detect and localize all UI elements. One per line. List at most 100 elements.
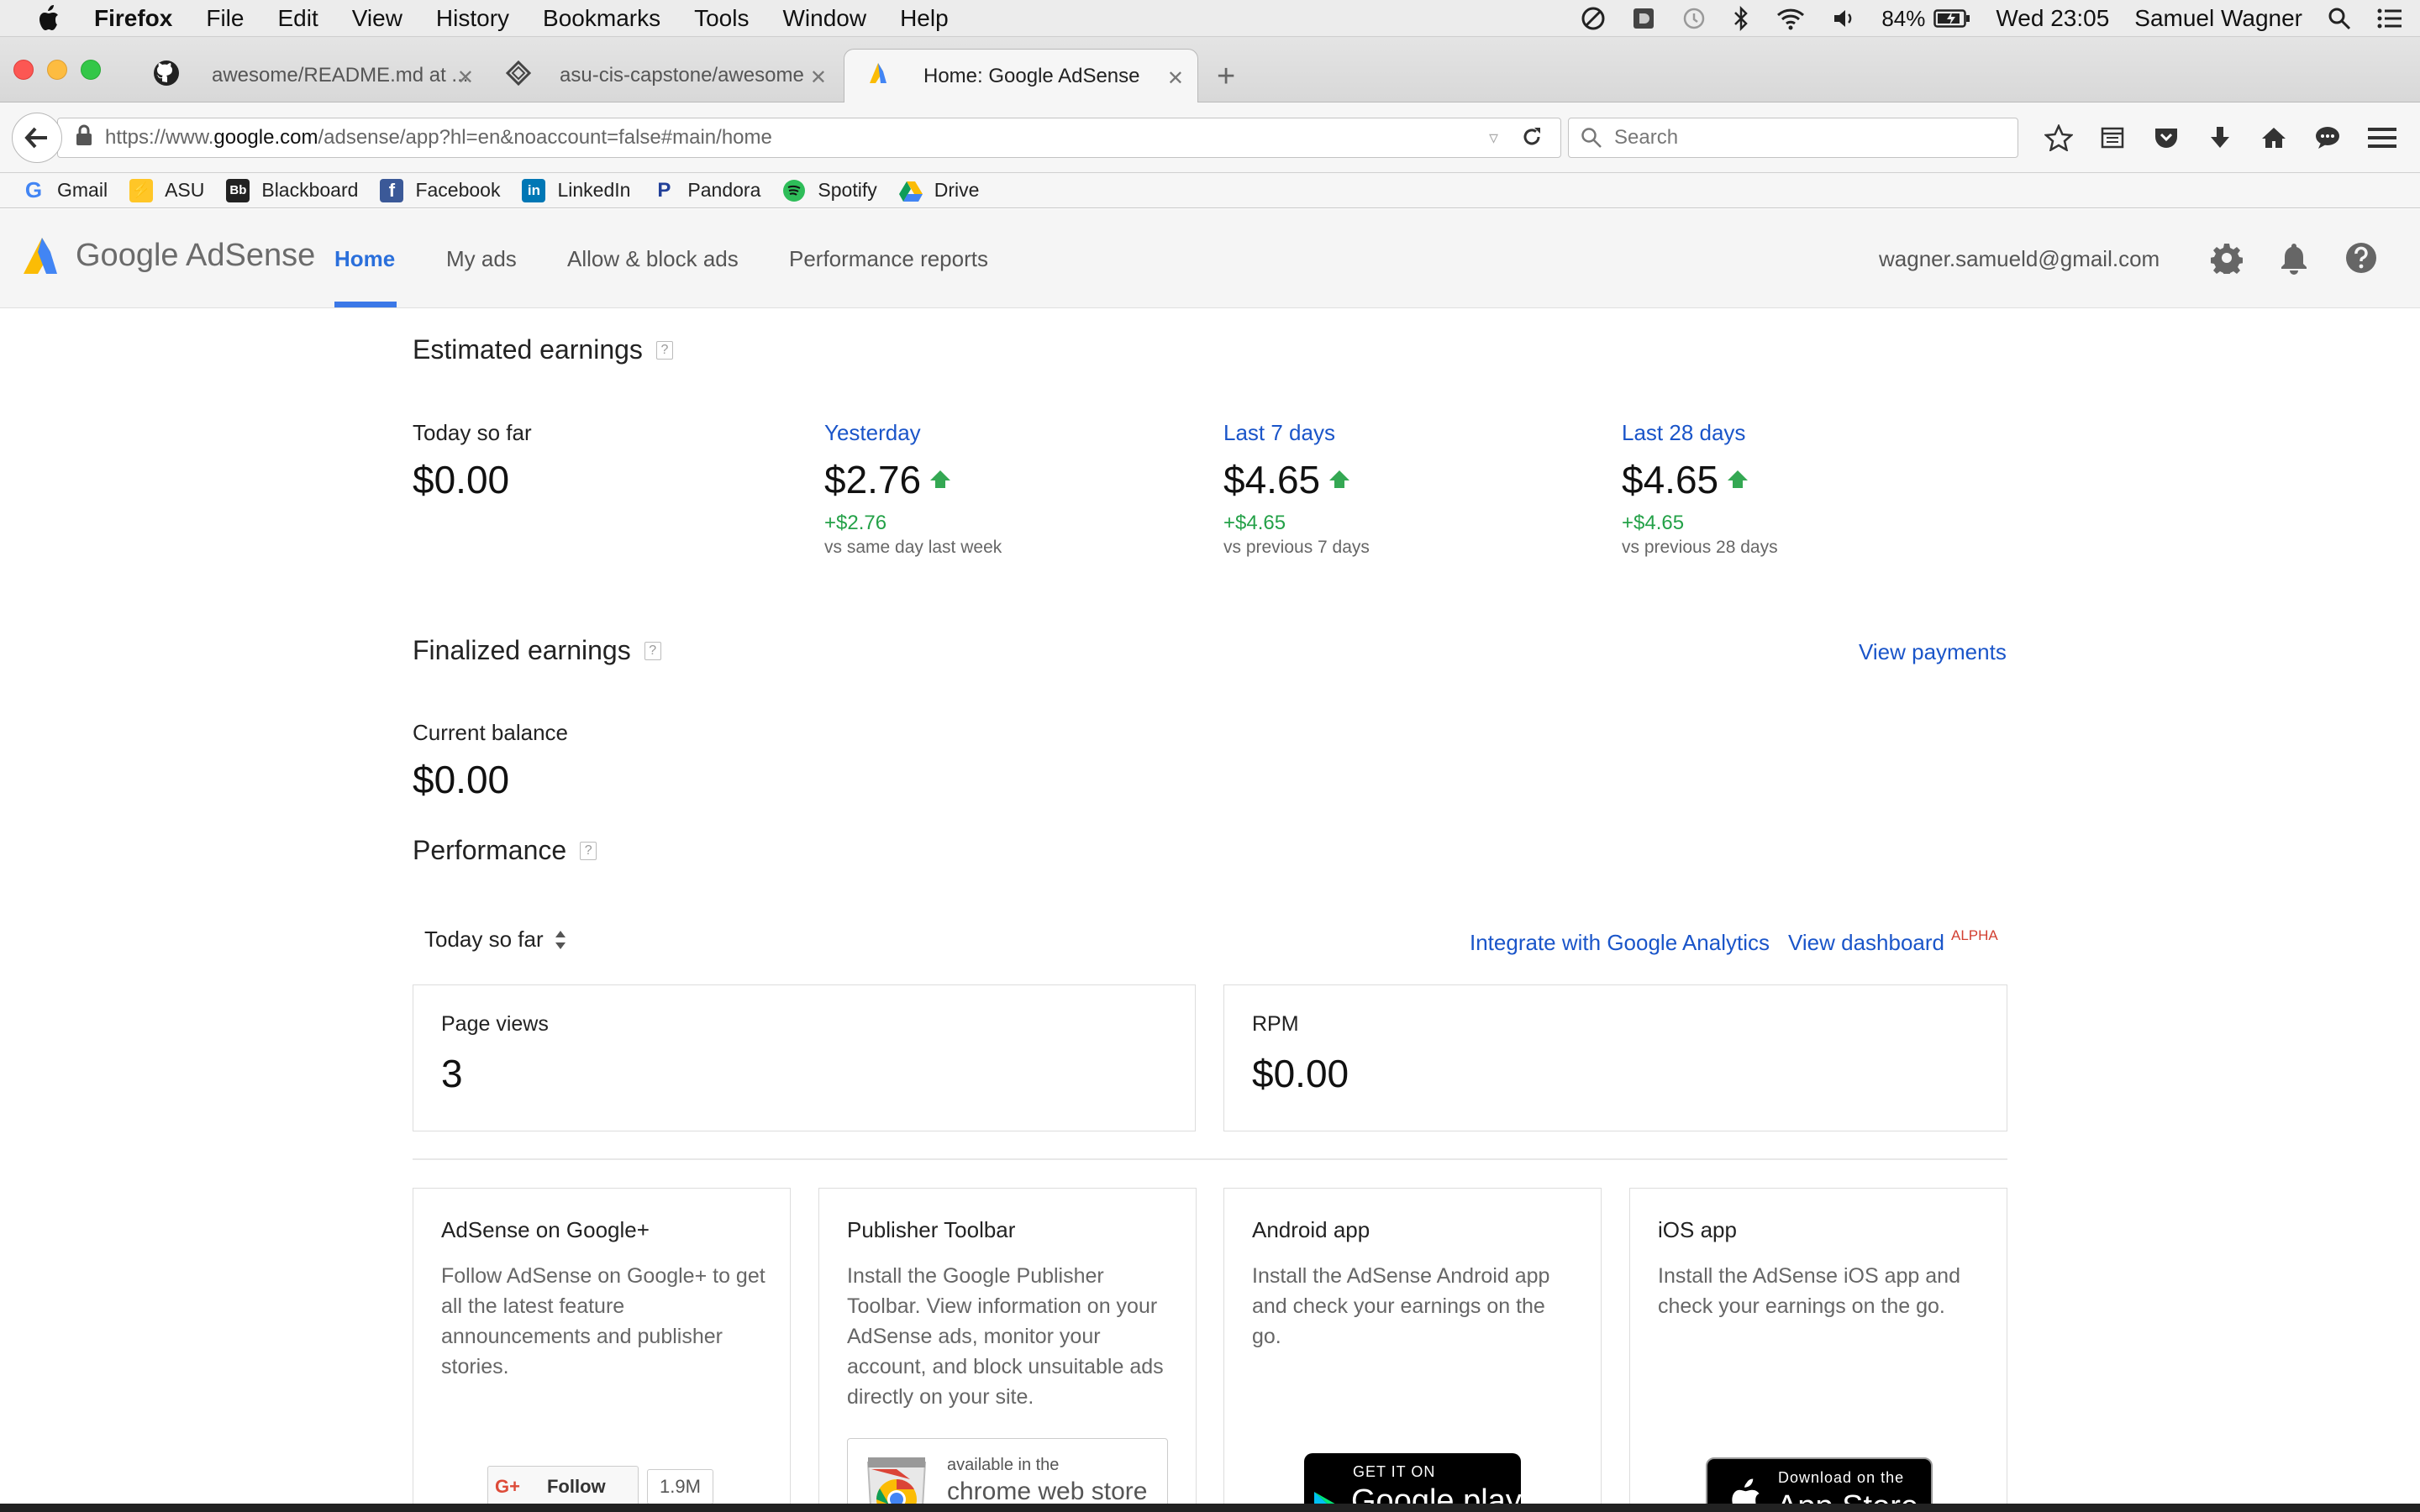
date-range-select[interactable]: Today so far xyxy=(424,927,567,953)
bookmark-blackboard[interactable]: Bb Blackboard xyxy=(226,178,358,202)
section-divider xyxy=(413,1158,2007,1160)
menu-edit[interactable]: Edit xyxy=(277,5,318,32)
help-icon[interactable] xyxy=(2343,239,2380,276)
window-minimize-button[interactable] xyxy=(47,60,67,80)
account-email[interactable]: wagner.samueld@gmail.com xyxy=(1879,246,2160,272)
badge-small-text: available in the xyxy=(947,1456,1060,1474)
window-bottom-edge xyxy=(0,1504,2420,1512)
alpha-badge: ALPHA xyxy=(1951,927,1998,943)
search-input[interactable]: Search xyxy=(1568,118,2018,158)
bookmark-spotify[interactable]: Spotify xyxy=(782,179,877,202)
time-machine-icon[interactable] xyxy=(1681,6,1707,31)
metric-value-yesterday: $2.76 xyxy=(824,457,951,502)
metric-value-last-7-days: $4.65 xyxy=(1223,457,1350,502)
battery-charging-icon[interactable] xyxy=(1933,8,1970,29)
nav-tab-allow-block-ads[interactable]: Allow & block ads xyxy=(567,246,739,272)
pocket-icon[interactable] xyxy=(2139,125,2193,150)
new-tab-icon[interactable]: + xyxy=(1217,59,1235,95)
promo-title: Publisher Toolbar xyxy=(847,1217,1016,1242)
url-dropdown-icon[interactable]: ▿ xyxy=(1489,127,1498,149)
logo-text: Google AdSense xyxy=(76,237,316,273)
close-icon[interactable]: ✕ xyxy=(1167,66,1184,91)
menu-view[interactable]: View xyxy=(352,5,402,32)
current-balance-value: $0.00 xyxy=(413,757,509,802)
menubar-user[interactable]: Samuel Wagner xyxy=(2134,5,2302,32)
menubar-app-icon[interactable] xyxy=(1631,6,1656,31)
card-value: 3 xyxy=(441,1052,463,1095)
wifi-icon[interactable] xyxy=(1776,6,1806,31)
help-tooltip-icon[interactable]: ? xyxy=(580,841,597,860)
apple-icon[interactable] xyxy=(35,4,60,33)
bookmark-gmail[interactable]: G Gmail xyxy=(22,177,108,202)
menu-bookmarks[interactable]: Bookmarks xyxy=(543,5,660,32)
menu-window[interactable]: Window xyxy=(782,5,866,32)
help-tooltip-icon[interactable]: ? xyxy=(655,340,673,360)
settings-gear-icon[interactable] xyxy=(2208,239,2245,276)
drive-icon xyxy=(898,179,923,202)
metric-value-last-28-days: $4.65 xyxy=(1622,457,1749,502)
bluetooth-icon[interactable] xyxy=(1732,6,1750,31)
metric-label-last-28-days[interactable]: Last 28 days xyxy=(1622,420,1745,446)
section-title-text: Estimated earnings xyxy=(413,334,643,365)
do-not-disturb-icon[interactable] xyxy=(1581,6,1606,31)
promo-card-publisher-toolbar: Publisher Toolbar Install the Google Pub… xyxy=(818,1188,1197,1512)
close-icon[interactable]: ✕ xyxy=(810,66,827,90)
menu-help[interactable]: Help xyxy=(900,5,949,32)
home-icon[interactable] xyxy=(2247,125,2301,150)
adsense-logo[interactable]: Google AdSense xyxy=(22,236,315,275)
reload-icon[interactable] xyxy=(1520,125,1544,155)
bookmark-drive[interactable]: Drive xyxy=(898,179,979,202)
metric-delta: +$2.76 xyxy=(824,512,887,534)
bookmark-linkedin[interactable]: in LinkedIn xyxy=(522,178,631,202)
metric-label-yesterday[interactable]: Yesterday xyxy=(824,420,921,446)
bookmark-pandora[interactable]: P Pandora xyxy=(652,179,760,202)
blackboard-icon: Bb xyxy=(226,178,250,202)
spotlight-search-icon[interactable] xyxy=(2328,7,2351,30)
downloads-icon[interactable] xyxy=(2193,125,2247,150)
menubar-status-area: 84% Wed 23:05 Samuel Wagner xyxy=(1581,0,2420,37)
menu-tools[interactable]: Tools xyxy=(694,5,749,32)
url-path: /adsense/app?hl=en&noaccount=false#main/… xyxy=(318,126,772,149)
follow-button[interactable]: G+ Follow xyxy=(487,1466,639,1508)
asu-icon: ⚡ xyxy=(129,178,154,202)
url-bar[interactable]: https://www. google.com/adsense/app?hl=en… xyxy=(57,118,1561,158)
browser-tab[interactable]: awesome/README.md at ... ✕ xyxy=(143,49,487,102)
reading-list-icon[interactable] xyxy=(2086,125,2139,150)
chat-icon[interactable] xyxy=(2301,125,2354,150)
active-tab-indicator xyxy=(334,302,397,307)
bookmark-facebook[interactable]: f Facebook xyxy=(380,178,500,202)
notifications-bell-icon[interactable] xyxy=(2275,239,2312,276)
window-close-button[interactable] xyxy=(13,60,34,80)
menu-history[interactable]: History xyxy=(436,5,509,32)
view-payments-link[interactable]: View payments xyxy=(1859,639,2007,665)
chrome-web-store-badge[interactable]: available in the chrome web store xyxy=(847,1438,1168,1512)
bookmark-label: LinkedIn xyxy=(557,179,631,201)
promo-description: Install the Google Publisher Toolbar. Vi… xyxy=(847,1264,1164,1409)
notification-center-icon[interactable] xyxy=(2376,7,2403,30)
back-button[interactable] xyxy=(12,113,62,163)
date-range-value: Today so far xyxy=(424,927,544,952)
metric-comparison: vs previous 7 days xyxy=(1223,538,1370,557)
nav-tab-home[interactable]: Home xyxy=(334,246,395,272)
nav-tab-my-ads[interactable]: My ads xyxy=(446,246,517,272)
metric-label-last-7-days[interactable]: Last 7 days xyxy=(1223,420,1335,446)
window-zoom-button[interactable] xyxy=(81,60,101,80)
menu-file[interactable]: File xyxy=(206,5,244,32)
nav-tab-performance-reports[interactable]: Performance reports xyxy=(789,246,988,272)
browser-navbar: https://www. google.com/adsense/app?hl=en… xyxy=(0,102,2420,173)
bookmark-star-icon[interactable] xyxy=(2032,124,2086,151)
menu-app-name[interactable]: Firefox xyxy=(94,5,172,32)
promo-description: Follow AdSense on Google+ to get all the… xyxy=(441,1264,765,1378)
browser-tab[interactable]: asu-cis-capstone/awesome ✕ xyxy=(496,49,840,102)
view-dashboard-link[interactable]: View dashboard xyxy=(1788,930,1944,956)
help-tooltip-icon[interactable]: ? xyxy=(644,641,661,660)
follow-label: Follow xyxy=(546,1476,606,1497)
lock-icon[interactable] xyxy=(75,124,93,152)
bookmark-asu[interactable]: ⚡ ASU xyxy=(129,178,204,202)
browser-tab-active[interactable]: Home: Google AdSense ✕ xyxy=(844,49,1198,102)
menubar-clock[interactable]: Wed 23:05 xyxy=(1996,5,2109,32)
volume-icon[interactable] xyxy=(1831,6,1856,31)
close-icon[interactable]: ✕ xyxy=(457,66,474,90)
hamburger-menu-icon[interactable] xyxy=(2368,126,2396,154)
integrate-analytics-link[interactable]: Integrate with Google Analytics xyxy=(1470,930,1770,956)
